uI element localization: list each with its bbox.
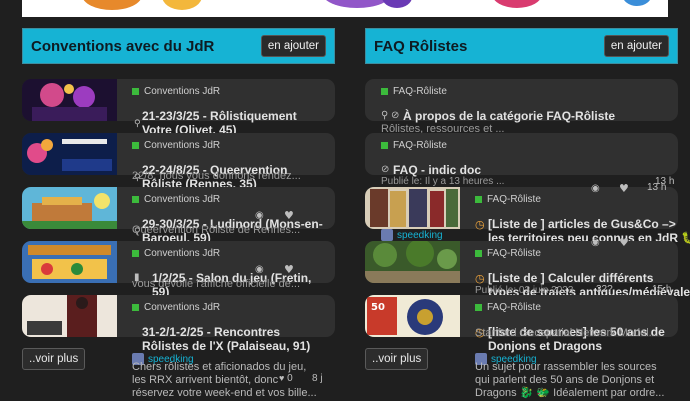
topic-excerpt-line: Dragons 🐉 🐲 Idéalement par ordre...: [475, 387, 665, 399]
category-label: FAQ-Rôliste: [393, 140, 447, 151]
heart-icon: ♥: [619, 182, 629, 195]
topic-category[interactable]: Conventions JdR: [132, 140, 220, 151]
view-more-button[interactable]: ..voir plus: [22, 348, 86, 370]
topic-category[interactable]: Conventions JdR: [132, 194, 220, 205]
topic-category[interactable]: Conventions JdR: [132, 248, 220, 259]
category-label: Conventions JdR: [144, 194, 221, 205]
topic-card[interactable]: Conventions JdR 29-30/3/25 - Ludinord (M…: [22, 187, 335, 245]
top-banner-image: [22, 0, 668, 17]
topic-excerpt-line: réservez votre week-end et vos bille...: [132, 387, 317, 399]
view-count: 32?: [596, 284, 613, 295]
topic-excerpt-line: qui parlent des 50 ans de Donjons et: [475, 374, 655, 386]
topic-category[interactable]: FAQ-Rôliste: [381, 140, 447, 151]
topic-thumbnail: [22, 133, 117, 175]
eye-icon: ◉: [591, 237, 600, 248]
title-line-2: Donjons et Dragons: [488, 339, 603, 353]
conventions-header: Conventions avec du JdR en ajouter: [22, 28, 335, 64]
heart-icon: ♥: [284, 263, 294, 276]
heart-icon: ♥: [619, 236, 629, 249]
svg-text:50: 50: [371, 302, 385, 313]
category-label: FAQ-Rôliste: [393, 86, 447, 97]
topic-author[interactable]: speedking: [381, 229, 443, 241]
eye-icon: ◉: [591, 183, 600, 194]
topic-card[interactable]: FAQ-Rôliste ⚲ ⊘ À propos de la catégorie…: [365, 79, 678, 123]
eye-icon: ◉: [255, 264, 264, 275]
title-line-1: 21-23/3/25 - Rôlistiquement: [142, 109, 297, 123]
topic-category[interactable]: FAQ-Rôliste: [475, 302, 541, 313]
category-label: FAQ-Rôliste: [487, 248, 541, 259]
topic-thumbnail: [22, 79, 117, 121]
category-label: Conventions JdR: [144, 248, 221, 259]
title-line-2: Rôlistes de l'X (Palaiseau, 91): [142, 339, 311, 353]
heart-icon: ♥: [284, 209, 294, 222]
topic-thumbnail: [365, 187, 460, 229]
topic-title[interactable]: 31-2/1-2/25 - Rencontres Rôlistes de l'X …: [142, 325, 310, 353]
topic-thumbnail: [22, 241, 117, 283]
topic-excerpt-line: Un sujet pour rassembler les sources: [475, 361, 657, 373]
topic-thumbnail: [365, 241, 460, 283]
unlisted-icon: ⊘: [391, 110, 400, 121]
faq-header: FAQ Rôlistes en ajouter: [365, 28, 678, 64]
avatar: [381, 229, 393, 241]
author-name: speedking: [397, 229, 443, 241]
topic-title[interactable]: À propos de la catégorie FAQ-Rôliste: [403, 109, 615, 123]
conventions-topic-list: Conventions JdR 21-23/3/25 - Rôlistiquem…: [22, 79, 335, 353]
heart-icon: ♥: [279, 373, 285, 383]
category-label: Conventions JdR: [144, 86, 221, 97]
reply-count: ♥ 0: [279, 373, 293, 384]
reply-value: 0: [287, 373, 293, 384]
topic-excerpt: vous dévoile l'affiche officielle de...: [132, 278, 301, 290]
pin-icon: ⚲: [134, 119, 141, 129]
category-label: FAQ-Rôliste: [487, 302, 541, 313]
topic-category[interactable]: Conventions JdR: [132, 86, 220, 97]
category-label: FAQ-Rôliste: [487, 194, 541, 205]
add-topic-button[interactable]: en ajouter: [603, 35, 669, 57]
title-line-1: À propos de la catégorie FAQ-Rôliste: [403, 109, 616, 123]
topic-excerpt-line: les RRX arrivent bientôt, donc: [132, 374, 279, 386]
view-more-button[interactable]: ..voir plus: [365, 348, 429, 370]
topic-category[interactable]: FAQ-Rôliste: [475, 248, 541, 259]
topic-card[interactable]: FAQ-Rôliste ◷ [Liste de ] articles de Gu…: [365, 182, 690, 245]
conventions-column: Conventions avec du JdR en ajouter Conve…: [22, 28, 335, 399]
topic-age: 8 j: [312, 373, 323, 384]
faq-column: FAQ Rôlistes en ajouter FAQ-Rôliste ⚲ ⊘ …: [365, 28, 690, 399]
unlisted-icon: ⊘: [381, 164, 390, 175]
category-label: Conventions JdR: [144, 140, 221, 151]
column-title: Conventions avec du JdR: [31, 37, 215, 55]
topic-category[interactable]: FAQ-Rôliste: [381, 86, 447, 97]
topic-age: 15 h: [652, 284, 672, 295]
category-label: Conventions JdR: [144, 302, 221, 313]
topic-card[interactable]: Conventions JdR 1/2/25 - Salon du jeu (F…: [22, 241, 335, 299]
pin-icon: ⚲: [381, 110, 389, 121]
topic-card[interactable]: FAQ-Rôliste ◷ [Liste de ] Calculer diffé…: [365, 236, 690, 299]
topic-category[interactable]: Conventions JdR: [132, 302, 220, 313]
topic-excerpt: Stanford Geospatial Network Model...: [475, 327, 658, 339]
topic-thumbnail: 50: [365, 295, 460, 337]
eye-icon: ◉: [255, 210, 264, 221]
title-line-1: [Liste de ] articles de Gus&Co –>: [488, 217, 676, 231]
faq-topic-list: FAQ-Rôliste ⚲ ⊘ À propos de la catégorie…: [365, 79, 690, 353]
add-topic-button[interactable]: en ajouter: [260, 35, 326, 57]
topic-card[interactable]: FAQ-Rôliste ⊘ FAQ - indic doc: [365, 133, 678, 177]
topic-thumbnail: [22, 187, 117, 229]
topic-thumbnail: [22, 295, 117, 337]
clock-icon: ◷: [475, 218, 485, 231]
title-line-1: 31-2/1-2/25 - Rencontres: [142, 325, 281, 339]
topic-card[interactable]: Conventions JdR 21-23/3/25 - Rôlistiquem…: [22, 79, 335, 137]
topic-card[interactable]: Conventions JdR 22-24/8/25 - Queerventio…: [22, 133, 335, 191]
title-line-1: [Liste de ] Calculer différents: [488, 271, 654, 285]
topic-excerpt: 22/8, nous vous donnons rendez...: [132, 170, 301, 182]
column-title: FAQ Rôlistes: [374, 37, 468, 55]
topic-category[interactable]: FAQ-Rôliste: [475, 194, 541, 205]
topic-card[interactable]: Conventions JdR 31-2/1-2/25 - Rencontres…: [22, 295, 335, 353]
topic-excerpt: Queervention Rôliste de Rennes...: [132, 224, 301, 236]
topic-age: 13 h: [647, 182, 667, 193]
